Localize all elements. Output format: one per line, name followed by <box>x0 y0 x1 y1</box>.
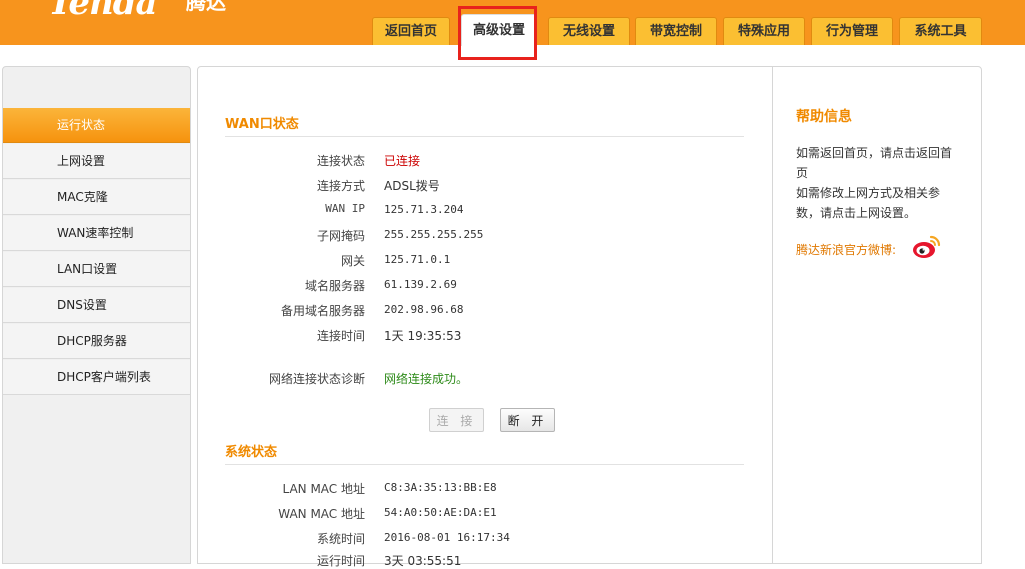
system-row-label: 运行时间 <box>316 554 365 568</box>
sidebar-item-internet-settings[interactable]: 上网设置 <box>3 144 190 179</box>
subnet-mask-value: 255.255.255.255 <box>384 228 484 241</box>
sidebar-item-dhcp-server[interactable]: DHCP服务器 <box>3 324 190 359</box>
panel-divider <box>772 67 773 564</box>
gateway-value: 125.71.0.1 <box>384 253 451 266</box>
sidebar-item-run-status[interactable]: 运行状态 <box>3 108 190 143</box>
wan-status-title: WAN口状态 <box>225 117 299 132</box>
uptime-value: 3天 03:55:51 <box>384 554 462 568</box>
help-title: 帮助信息 <box>796 109 852 125</box>
tab-bandwidth-control[interactable]: 带宽控制 <box>635 17 717 45</box>
sidebar-item-wan-rate-control[interactable]: WAN速率控制 <box>3 216 190 251</box>
wan-row-label: 连接时间 <box>316 329 365 343</box>
wan-row-label: 备用域名服务器 <box>280 304 365 318</box>
wan-section-rule <box>225 136 744 137</box>
tenda-logo-cn: 腾达 <box>186 0 226 14</box>
system-row-label: 系统时间 <box>316 532 365 546</box>
diagnosis-value: 网络连接成功。 <box>384 372 469 386</box>
lan-mac-value: C8:3A:35:13:BB:E8 <box>384 481 497 494</box>
connection-type-value: ADSL拨号 <box>384 179 440 193</box>
connection-status-value: 已连接 <box>384 154 421 168</box>
tab-home[interactable]: 返回首页 <box>372 17 450 45</box>
wan-row-label: WAN IP <box>325 202 365 215</box>
sidebar: 运行状态 上网设置 MAC克隆 WAN速率控制 LAN口设置 DNS设置 DHC… <box>2 66 191 564</box>
wan-row-label: 子网掩码 <box>316 229 365 243</box>
tab-special-apps[interactable]: 特殊应用 <box>723 17 805 45</box>
backup-dns-value: 202.98.96.68 <box>384 303 464 316</box>
sidebar-item-dns-settings[interactable]: DNS设置 <box>3 288 190 323</box>
tab-behavior-management[interactable]: 行为管理 <box>811 17 893 45</box>
system-row-label: WAN MAC 地址 <box>278 507 365 521</box>
help-text-home: 如需返回首页，请点击返回首页 <box>796 146 953 180</box>
wan-row-label: 网关 <box>340 254 365 268</box>
tab-system-tools[interactable]: 系统工具 <box>899 17 982 45</box>
sidebar-item-lan-settings[interactable]: LAN口设置 <box>3 252 190 287</box>
dns-server-value: 61.139.2.69 <box>384 278 457 291</box>
wan-row-label: 连接状态 <box>316 154 365 168</box>
tenda-logo: Tenda <box>48 0 158 23</box>
system-time-value: 2016-08-01 16:17:34 <box>384 531 510 544</box>
weibo-icon[interactable] <box>912 234 942 260</box>
wan-ip-value: 125.71.3.204 <box>384 203 464 216</box>
sidebar-item-mac-clone[interactable]: MAC克隆 <box>3 180 190 215</box>
wan-mac-value: 54:A0:50:AE:DA:E1 <box>384 506 497 519</box>
connect-button[interactable]: 连 接 <box>429 408 484 432</box>
sidebar-item-dhcp-client-list[interactable]: DHCP客户端列表 <box>3 360 190 395</box>
system-status-title: 系统状态 <box>225 445 278 460</box>
tab-advanced-settings[interactable]: 高级设置 <box>461 14 537 46</box>
weibo-label: 腾达新浪官方微博: <box>796 243 897 257</box>
diagnosis-label: 网络连接状态诊断 <box>268 372 365 386</box>
tab-wireless-settings[interactable]: 无线设置 <box>548 17 630 45</box>
wan-row-label: 连接方式 <box>316 179 365 193</box>
disconnect-button[interactable]: 断 开 <box>500 408 555 432</box>
system-row-label: LAN MAC 地址 <box>282 482 365 496</box>
connection-time-value: 1天 19:35:53 <box>384 329 462 343</box>
wan-row-label: 域名服务器 <box>304 279 365 293</box>
help-text-internet: 如需修改上网方式及相关参数，请点击上网设置。 <box>796 186 941 220</box>
system-section-rule <box>225 464 744 465</box>
